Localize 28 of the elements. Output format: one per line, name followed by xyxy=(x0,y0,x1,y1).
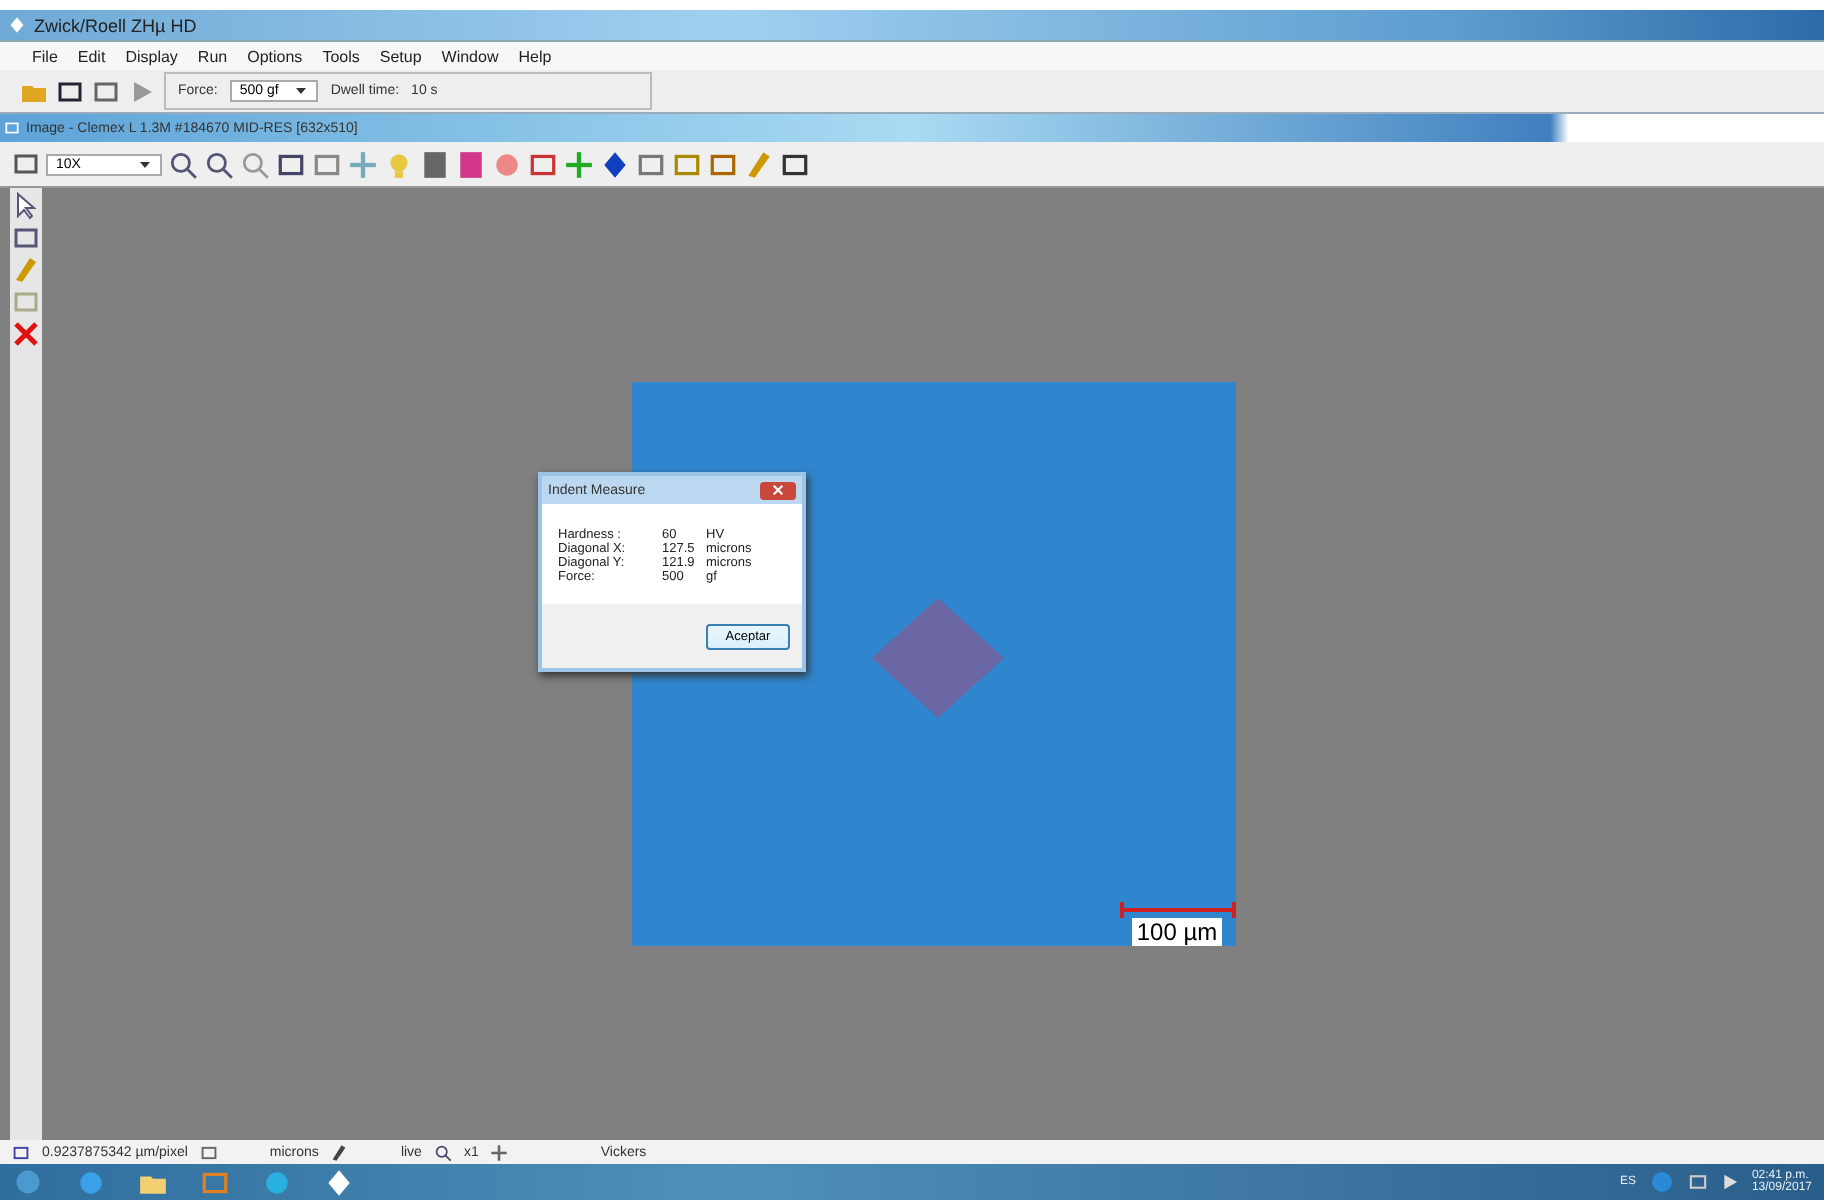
menu-item[interactable]: Run xyxy=(197,47,228,65)
search-icon[interactable] xyxy=(433,1143,452,1161)
close-icon xyxy=(772,484,784,496)
app-icon xyxy=(8,16,26,34)
menu-item[interactable]: Options xyxy=(247,47,303,65)
indent-mark-drawing xyxy=(867,594,1007,722)
magnifier-minus-icon[interactable] xyxy=(204,149,234,179)
pointer-icon[interactable] xyxy=(12,192,40,220)
dropdown-arrow-icon xyxy=(294,84,309,98)
menu-item[interactable]: Help xyxy=(518,47,552,65)
color-map-icon[interactable] xyxy=(456,149,486,179)
scale-bar-label: 100 µm xyxy=(1132,918,1222,946)
crosshair-icon[interactable] xyxy=(490,1143,509,1161)
menu-item[interactable]: Window xyxy=(441,47,499,65)
menu-item[interactable]: Edit xyxy=(77,47,106,65)
delete-icon[interactable] xyxy=(12,320,40,348)
dropdown-arrow-icon xyxy=(138,157,152,171)
window-title: Zwick/Roell ZHµ HD xyxy=(34,15,197,35)
menu-item[interactable]: File xyxy=(32,47,58,65)
scale-bar-line xyxy=(1119,902,1235,918)
play-icon[interactable] xyxy=(128,77,156,105)
marker-icon[interactable] xyxy=(600,149,630,179)
close-button[interactable] xyxy=(760,481,796,499)
magnifier-plus-icon[interactable] xyxy=(168,149,198,179)
menu-item[interactable]: Tools xyxy=(322,47,360,65)
menu-item[interactable]: Display xyxy=(125,47,178,65)
menu-item[interactable]: Setup xyxy=(379,47,422,65)
image-window-icon xyxy=(4,120,20,136)
